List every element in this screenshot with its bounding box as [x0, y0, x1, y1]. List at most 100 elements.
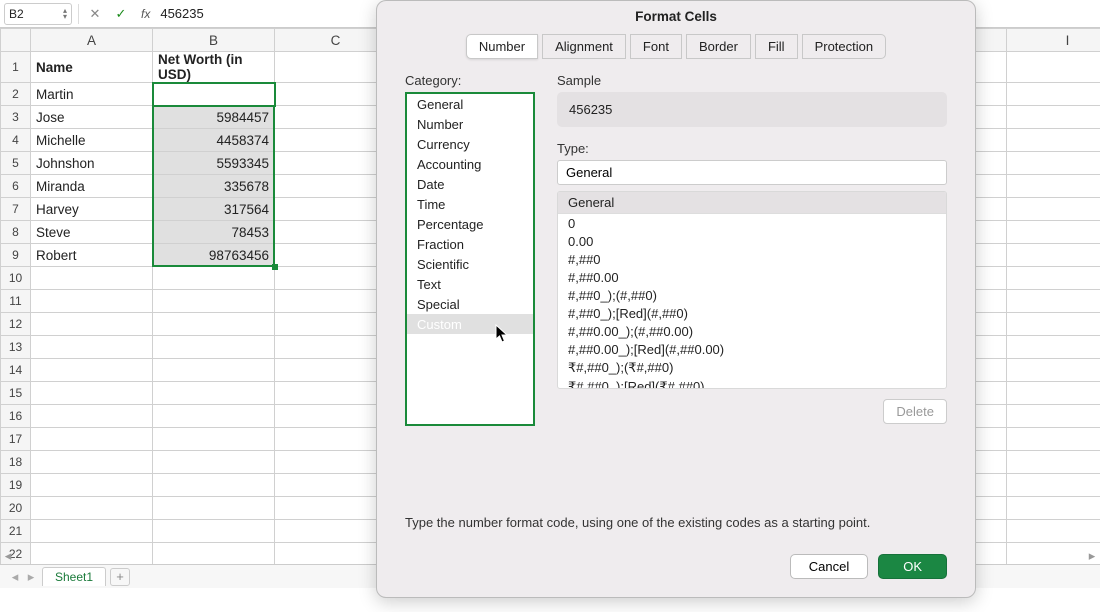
category-item[interactable]: Special [407, 294, 533, 314]
cell[interactable]: Net Worth (in USD) [153, 52, 275, 83]
cell[interactable] [31, 382, 153, 405]
cell[interactable]: 5593345 [153, 152, 275, 175]
cell[interactable]: 78453 [153, 221, 275, 244]
cell[interactable] [153, 336, 275, 359]
type-option[interactable]: General [558, 192, 946, 214]
cell[interactable] [1007, 428, 1100, 451]
tab-alignment[interactable]: Alignment [542, 34, 626, 59]
tab-protection[interactable]: Protection [802, 34, 887, 59]
tab-number[interactable]: Number [466, 34, 538, 59]
row-header[interactable]: 2 [1, 83, 31, 106]
tab-font[interactable]: Font [630, 34, 682, 59]
row-header[interactable]: 8 [1, 221, 31, 244]
row-header[interactable]: 11 [1, 290, 31, 313]
cell[interactable] [31, 474, 153, 497]
category-item[interactable]: Accounting [407, 154, 533, 174]
cell[interactable] [1007, 451, 1100, 474]
row-header[interactable]: 13 [1, 336, 31, 359]
cell[interactable] [31, 497, 153, 520]
type-option[interactable]: 0 [558, 214, 946, 232]
cell[interactable] [31, 428, 153, 451]
cell[interactable]: 98763456 [153, 244, 275, 267]
cell[interactable] [1007, 83, 1100, 106]
category-item[interactable]: Scientific [407, 254, 533, 274]
cell[interactable] [153, 313, 275, 336]
tab-nav-first-icon[interactable]: ◂ [8, 569, 22, 585]
row-header[interactable]: 17 [1, 428, 31, 451]
category-item[interactable]: Currency [407, 134, 533, 154]
row-header[interactable]: 16 [1, 405, 31, 428]
cell[interactable] [153, 451, 275, 474]
cell[interactable] [1007, 382, 1100, 405]
category-item[interactable]: Time [407, 194, 533, 214]
type-list[interactable]: General00.00#,##0#,##0.00#,##0_);(#,##0)… [557, 191, 947, 389]
tab-nav-prev-icon[interactable]: ▸ [24, 569, 38, 585]
row-header[interactable]: 4 [1, 129, 31, 152]
cell[interactable] [31, 520, 153, 543]
name-box[interactable]: B2 ▴ ▾ [4, 3, 72, 25]
row-header[interactable]: 3 [1, 106, 31, 129]
cell[interactable] [1007, 313, 1100, 336]
type-option[interactable]: #,##0 [558, 250, 946, 268]
row-header[interactable]: 19 [1, 474, 31, 497]
cell[interactable] [1007, 474, 1100, 497]
cell[interactable] [1007, 290, 1100, 313]
category-item[interactable]: Text [407, 274, 533, 294]
scroll-right-icon[interactable]: ▸ [1084, 548, 1100, 564]
tab-border[interactable]: Border [686, 34, 751, 59]
cell[interactable]: 5984457 [153, 106, 275, 129]
cell[interactable] [153, 267, 275, 290]
cell[interactable] [31, 336, 153, 359]
row-header[interactable]: 7 [1, 198, 31, 221]
cell[interactable] [153, 520, 275, 543]
cell[interactable] [1007, 520, 1100, 543]
cell[interactable] [153, 428, 275, 451]
category-item[interactable]: Custom [407, 314, 533, 334]
cell[interactable]: Name [31, 52, 153, 83]
cell[interactable] [153, 382, 275, 405]
cell[interactable] [1007, 405, 1100, 428]
category-item[interactable]: Fraction [407, 234, 533, 254]
chevron-down-icon[interactable]: ▾ [63, 14, 67, 20]
scroll-left-icon[interactable]: ◂ [0, 548, 16, 564]
cell[interactable] [153, 543, 275, 566]
cell[interactable] [1007, 52, 1100, 83]
cell[interactable]: Michelle [31, 129, 153, 152]
ok-button[interactable]: OK [878, 554, 947, 579]
cell[interactable] [31, 290, 153, 313]
type-option[interactable]: ₹#,##0_);(₹#,##0) [558, 358, 946, 377]
cell[interactable] [31, 313, 153, 336]
cell[interactable] [1007, 267, 1100, 290]
type-option[interactable]: #,##0_);[Red](#,##0) [558, 304, 946, 322]
category-item[interactable]: Percentage [407, 214, 533, 234]
cell[interactable] [1007, 244, 1100, 267]
type-option[interactable]: #,##0.00_);(#,##0.00) [558, 322, 946, 340]
cell[interactable] [153, 290, 275, 313]
row-header[interactable]: 12 [1, 313, 31, 336]
cell[interactable]: Harvey [31, 198, 153, 221]
cell[interactable]: Johnshon [31, 152, 153, 175]
category-item[interactable]: Date [407, 174, 533, 194]
cell[interactable] [153, 497, 275, 520]
row-header[interactable]: 20 [1, 497, 31, 520]
column-header[interactable]: I [1007, 29, 1100, 52]
cell[interactable] [1007, 359, 1100, 382]
type-input[interactable] [557, 160, 947, 185]
name-box-stepper[interactable]: ▴ ▾ [63, 8, 67, 20]
cell[interactable] [1007, 152, 1100, 175]
add-sheet-button[interactable]: + [110, 568, 130, 586]
row-header[interactable]: 5 [1, 152, 31, 175]
cell[interactable]: 4458374 [153, 129, 275, 152]
row-header[interactable]: 1 [1, 52, 31, 83]
tab-fill[interactable]: Fill [755, 34, 798, 59]
cancel-edit-icon[interactable]: ✕ [85, 4, 105, 24]
select-all-cell[interactable] [1, 29, 31, 52]
sheet-tab[interactable]: Sheet1 [42, 567, 106, 586]
cell[interactable] [31, 543, 153, 566]
cell[interactable]: 335678 [153, 175, 275, 198]
row-header[interactable]: 18 [1, 451, 31, 474]
type-option[interactable]: #,##0_);(#,##0) [558, 286, 946, 304]
cell[interactable]: Steve [31, 221, 153, 244]
cell[interactable] [1007, 221, 1100, 244]
cell[interactable] [31, 359, 153, 382]
